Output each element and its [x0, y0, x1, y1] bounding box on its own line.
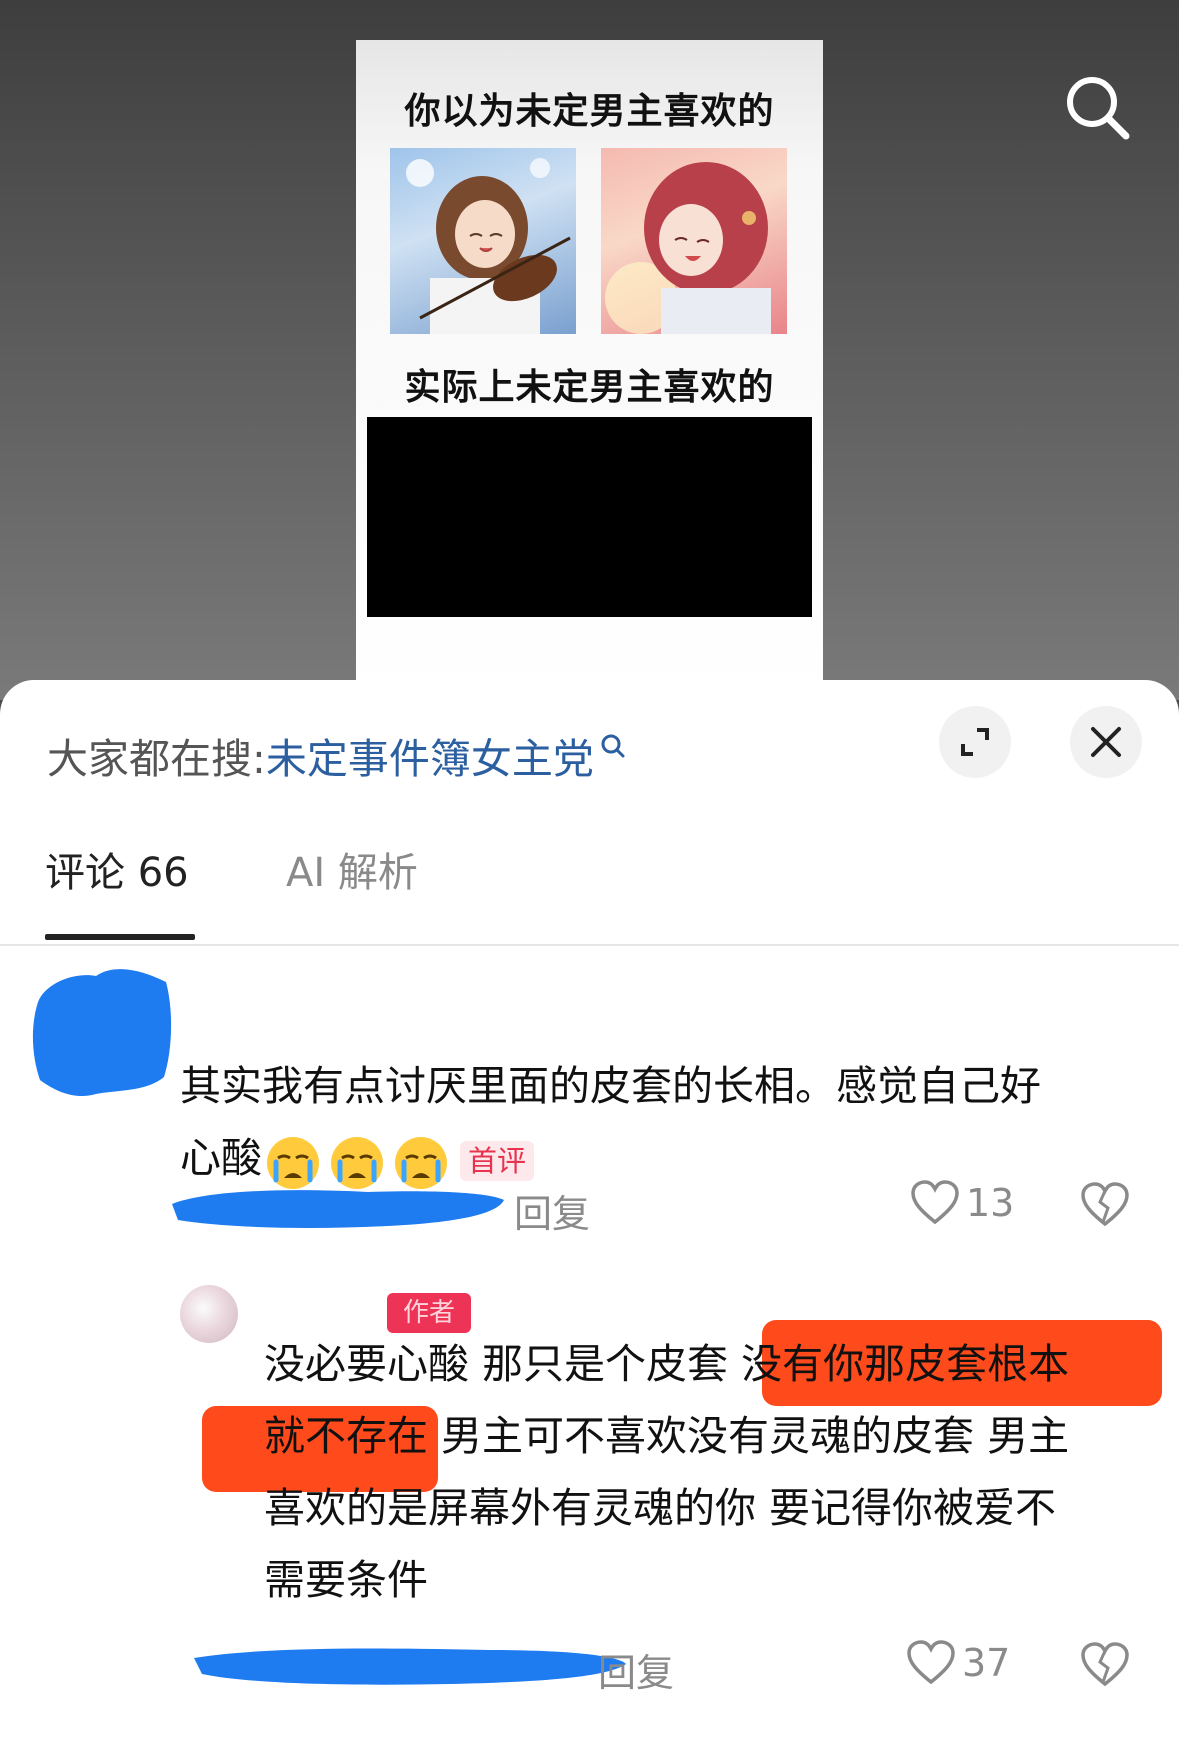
- author-badge: 作者: [387, 1293, 471, 1333]
- hot-search-link[interactable]: 未定事件簿女主党: [266, 725, 594, 785]
- black-image-block: [367, 417, 812, 617]
- heart-icon: [911, 1180, 959, 1225]
- comment-1-like-count: 13: [966, 1181, 1015, 1225]
- redacted-meta: [172, 1190, 504, 1228]
- hot-search-prefix: 大家都在搜:: [47, 735, 266, 783]
- search-icon[interactable]: [1058, 68, 1138, 148]
- tab-active-indicator: [45, 934, 195, 940]
- first-comment-badge: 首评: [460, 1141, 535, 1181]
- comment-2-text: 没必要心酸 那只是个皮套 没有你那皮套根本 就不存在 男主可不喜欢没有灵魂的皮套…: [264, 1328, 1144, 1616]
- illustration-violin-girl: [390, 148, 576, 334]
- tab-bar: 评论 66 AI 解析: [0, 840, 1179, 946]
- comment-1-text: 其实我有点讨厌里面的皮套的长相。感觉自己好 心酸 首评: [180, 1050, 1120, 1194]
- expand-icon: [961, 728, 989, 756]
- hot-search-bar[interactable]: 大家都在搜: 未定事件簿女主党: [47, 725, 626, 785]
- broken-heart-icon[interactable]: [1080, 1182, 1130, 1228]
- broken-heart-icon[interactable]: [1080, 1642, 1130, 1688]
- expand-button[interactable]: [939, 706, 1011, 778]
- video-area[interactable]: 你以为未定男主喜欢的 实际上未定男主喜欢的: [0, 0, 1179, 700]
- author-avatar[interactable]: [180, 1285, 238, 1343]
- comment-1-line-1: 其实我有点讨厌里面的皮套的长相。感觉自己好: [180, 1062, 1041, 1110]
- comment-1-reply-button[interactable]: 回复: [514, 1183, 590, 1238]
- comment-2-line-2: 就不存在 男主可不喜欢没有灵魂的皮套 男主: [264, 1412, 1070, 1460]
- heart-icon: [907, 1640, 955, 1685]
- search-icon: [601, 734, 625, 758]
- close-button[interactable]: [1070, 706, 1142, 778]
- redacted-avatar: [32, 969, 172, 1097]
- highlighted-text-1: 没有你那皮套根本: [741, 1340, 1070, 1388]
- comment-2-reply-button[interactable]: 回复: [598, 1642, 674, 1697]
- meme-caption-top: 你以为未定男主喜欢的: [404, 91, 775, 132]
- tab-ai-analysis[interactable]: AI 解析: [286, 840, 418, 898]
- comment-2-line-4: 需要条件: [264, 1556, 428, 1604]
- tab-comments[interactable]: 评论 66: [45, 840, 189, 898]
- highlighted-text-2: 就不存在: [264, 1412, 428, 1460]
- comment-2-like-button[interactable]: 37: [906, 1640, 1010, 1686]
- comment-2-line-1: 没必要心酸 那只是个皮套 没有你那皮套根本: [264, 1340, 1070, 1388]
- redacted-meta: [194, 1648, 626, 1685]
- comment-sheet: 大家都在搜: 未定事件簿女主党 评论 66 AI 解析 其实我有点讨厌里面的皮套…: [0, 680, 1179, 1739]
- comment-2-line-3: 喜欢的是屏幕外有灵魂的你 要记得你被爱不: [264, 1484, 1057, 1532]
- comment-2-like-count: 37: [962, 1641, 1011, 1685]
- meme-image: 你以为未定男主喜欢的 实际上未定男主喜欢的: [356, 40, 823, 700]
- close-icon: [1091, 727, 1121, 757]
- comment-1-like-button[interactable]: 13: [910, 1180, 1014, 1226]
- illustration-red-hair-girl: [601, 148, 787, 334]
- meme-caption-bottom: 实际上未定男主喜欢的: [404, 367, 775, 408]
